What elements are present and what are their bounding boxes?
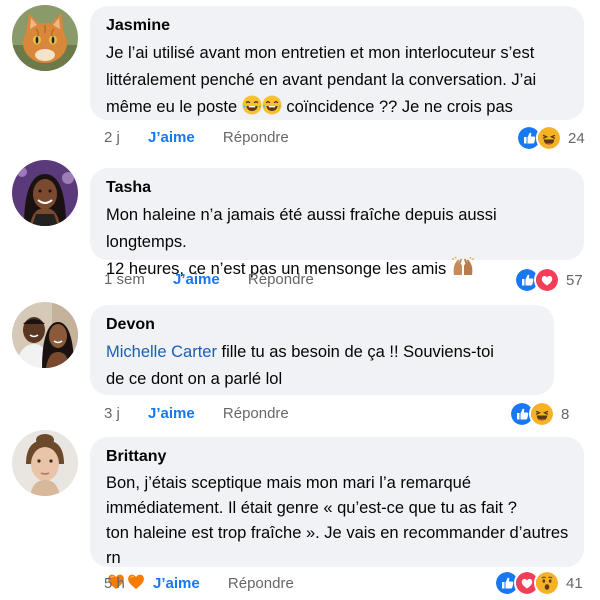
comment-actions: 3 j J’aime Répondre bbox=[104, 404, 289, 424]
comment-bubble: Devon Michelle Carter fille tu as besoin… bbox=[90, 305, 554, 395]
comment-text: Michelle Carter fille tu as besoin de ça… bbox=[106, 343, 494, 388]
laughing-emoji-icon bbox=[242, 95, 262, 115]
reaction-count: 41 bbox=[566, 574, 583, 592]
avatar[interactable] bbox=[12, 5, 78, 71]
laughing-emoji-icon bbox=[262, 95, 282, 115]
like-button[interactable]: J’aime bbox=[173, 271, 220, 288]
mention-link[interactable]: Michelle Carter bbox=[106, 343, 217, 361]
comment-actions: 1 sem J’aime Répondre bbox=[104, 270, 314, 290]
wow-reaction-icon bbox=[534, 570, 560, 596]
timestamp[interactable]: 1 sem bbox=[104, 271, 145, 288]
author-name[interactable]: Devon bbox=[106, 315, 540, 335]
comment-bubble: Tasha Mon haleine n’a jamais été aussi f… bbox=[90, 168, 584, 278]
reaction-summary[interactable]: 41 bbox=[494, 570, 583, 596]
love-reaction-icon bbox=[534, 267, 560, 293]
avatar[interactable] bbox=[12, 160, 78, 226]
like-button[interactable]: J’aime bbox=[148, 129, 195, 146]
reply-button[interactable]: Répondre bbox=[228, 575, 294, 592]
reaction-summary[interactable]: 24 bbox=[516, 125, 585, 151]
timestamp[interactable]: 2 j bbox=[104, 129, 120, 146]
like-button[interactable]: J’aime bbox=[153, 575, 200, 592]
author-name[interactable]: Brittany bbox=[106, 447, 570, 467]
reaction-count: 57 bbox=[566, 271, 583, 289]
timestamp[interactable]: 3 j bbox=[104, 405, 120, 422]
reply-button[interactable]: Répondre bbox=[223, 405, 289, 422]
avatar[interactable] bbox=[12, 430, 78, 496]
haha-reaction-icon bbox=[536, 125, 562, 151]
comment-actions: 2 j J’aime Répondre bbox=[104, 128, 289, 148]
reply-button[interactable]: Répondre bbox=[248, 271, 314, 288]
comment-bubble: Jasmine Je l’ai utilisé avant mon entret… bbox=[90, 6, 584, 120]
haha-reaction-icon bbox=[529, 401, 555, 427]
author-name[interactable]: Jasmine bbox=[106, 16, 570, 36]
comment-bubble: Brittany Bon, j’étais sceptique mais mon… bbox=[90, 437, 584, 567]
reaction-summary[interactable]: 57 bbox=[514, 267, 583, 293]
author-name[interactable]: Tasha bbox=[106, 178, 570, 198]
timestamp[interactable]: 5 h bbox=[104, 575, 125, 592]
comment-actions: 5 h J’aime Répondre bbox=[104, 574, 294, 594]
reaction-count: 8 bbox=[561, 405, 570, 423]
reaction-count: 24 bbox=[568, 129, 585, 147]
reply-button[interactable]: Répondre bbox=[223, 129, 289, 146]
comment-text: Je l’ai utilisé avant mon entretien et m… bbox=[106, 44, 537, 116]
raising-hands-emoji-icon bbox=[451, 257, 475, 277]
avatar[interactable] bbox=[12, 302, 78, 368]
reaction-summary[interactable]: 8 bbox=[509, 401, 569, 427]
like-button[interactable]: J’aime bbox=[148, 405, 195, 422]
